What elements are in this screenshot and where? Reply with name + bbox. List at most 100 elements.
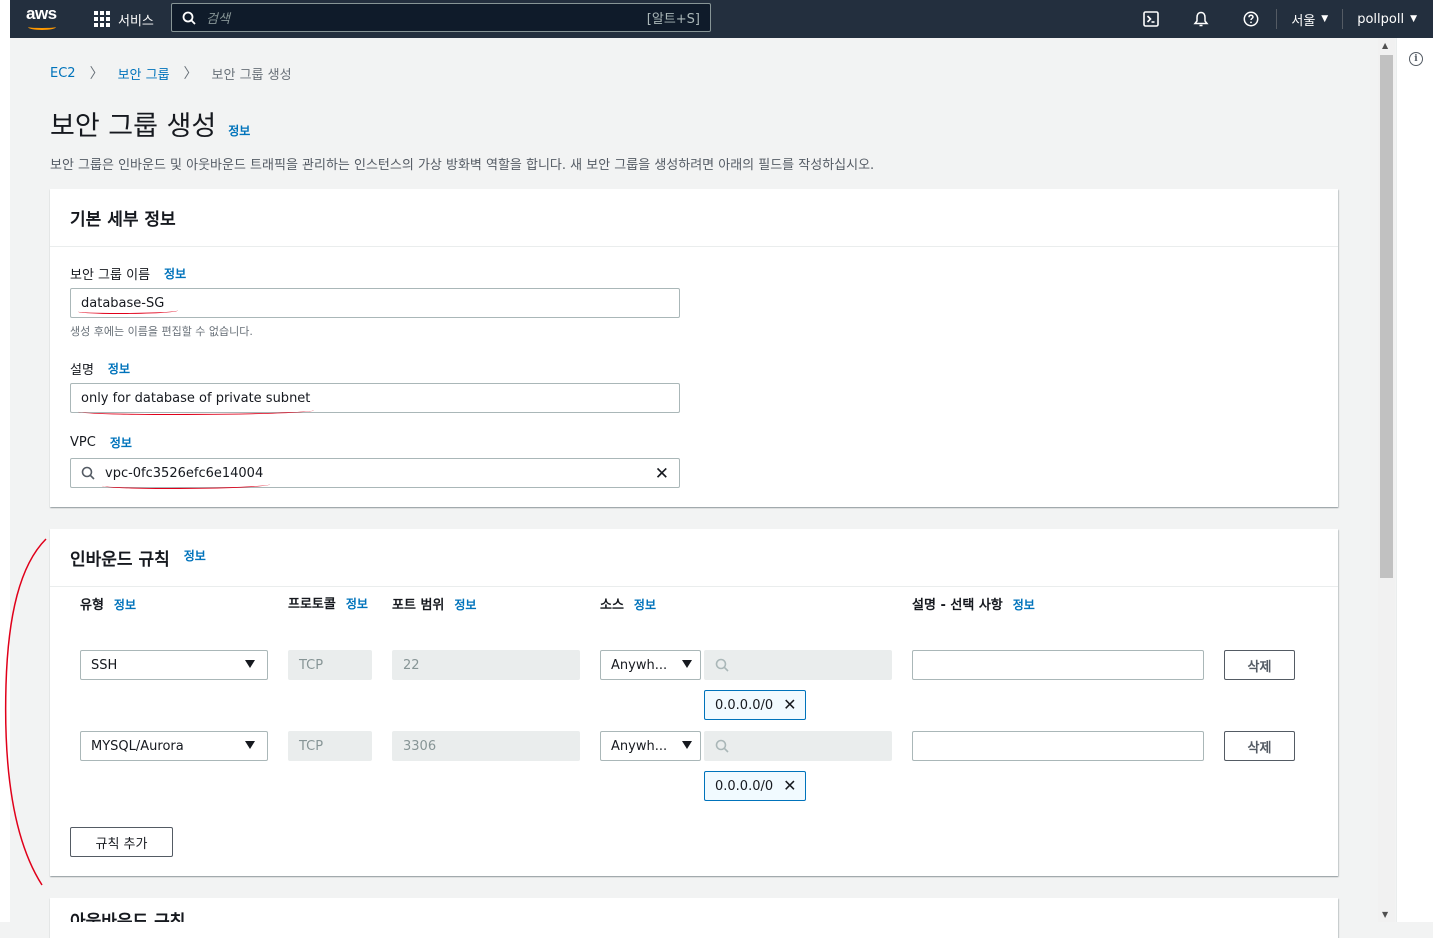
cidr-token-value: 0.0.0.0/0: [715, 778, 774, 794]
notifications-button[interactable]: [1176, 0, 1226, 38]
scrollbar-thumb[interactable]: [1380, 55, 1393, 578]
page-info-link[interactable]: 정보: [228, 122, 250, 139]
search-icon: [81, 466, 95, 480]
help-button[interactable]: [1226, 0, 1276, 38]
rule-description-input[interactable]: [912, 731, 1204, 761]
rule-type-select[interactable]: SSH: [80, 650, 268, 680]
rule-port-field: 22: [392, 650, 580, 680]
rule-port-field: 3306: [392, 731, 580, 761]
info-icon[interactable]: i: [1409, 52, 1423, 66]
rule-protocol-field: TCP: [288, 731, 372, 761]
sg-name-label: 보안 그룹 이름 정보: [70, 264, 186, 283]
description-col-info-link[interactable]: 정보: [1013, 598, 1035, 612]
column-source: 소스 정보: [600, 594, 656, 613]
clear-icon[interactable]: ✕: [655, 464, 669, 484]
services-label: 서비스: [118, 13, 154, 29]
caret-down-icon: [682, 741, 692, 749]
annotation-bracket: [4, 538, 47, 886]
column-type: 유형 정보: [80, 594, 136, 613]
column-port-label: 포트 범위: [392, 598, 445, 613]
top-right-controls: 서울 ▼ pollpoll ▼: [1126, 0, 1433, 38]
cidr-token: 0.0.0.0/0 ✕: [704, 771, 806, 801]
column-type-label: 유형: [80, 598, 104, 613]
breadcrumb: EC2 〉 보안 그룹 〉 보안 그룹 생성: [50, 63, 292, 83]
region-selector[interactable]: 서울 ▼: [1277, 10, 1342, 29]
chevron-right-icon: 〉: [89, 66, 104, 82]
sg-name-label-text: 보안 그룹 이름: [70, 268, 151, 283]
vpc-info-link[interactable]: 정보: [110, 434, 132, 451]
rule-type-value: MYSQL/Aurora: [91, 738, 184, 754]
cidr-token-value: 0.0.0.0/0: [715, 697, 774, 713]
rule-port-value: 22: [403, 657, 420, 673]
aws-logo[interactable]: aws: [26, 4, 64, 32]
rule-source-select[interactable]: Anywh...: [600, 650, 701, 680]
breadcrumb-security-groups-link[interactable]: 보안 그룹: [118, 64, 170, 83]
rule-description-input[interactable]: [912, 650, 1204, 680]
rule-protocol-value: TCP: [299, 738, 324, 754]
outbound-rules-panel: [50, 898, 1338, 938]
add-rule-button[interactable]: 규칙 추가: [70, 827, 173, 857]
rule-source-select[interactable]: Anywh...: [600, 731, 701, 761]
basic-details-title: 기본 세부 정보: [70, 210, 176, 230]
column-description-label: 설명 - 선택 사항: [912, 598, 1003, 613]
protocol-info-link[interactable]: 정보: [346, 597, 368, 611]
caret-down-icon: ▼: [1321, 14, 1329, 24]
column-protocol: 프로토콜 정보: [288, 594, 378, 615]
search-icon: [715, 658, 729, 672]
rule-protocol-value: TCP: [299, 657, 324, 673]
global-search-input[interactable]: 검색 [알트+S]: [171, 3, 711, 32]
cloudshell-icon: [1143, 11, 1160, 27]
delete-rule-button[interactable]: 삭제: [1224, 731, 1295, 761]
column-source-label: 소스: [600, 598, 624, 613]
rule-protocol-field: TCP: [288, 650, 372, 680]
help-panel-strip: i: [1396, 38, 1433, 922]
sg-name-hint: 생성 후에는 이름을 편집할 수 없습니다.: [70, 325, 253, 338]
rule-cidr-search-input[interactable]: [704, 650, 892, 680]
source-info-link[interactable]: 정보: [634, 598, 656, 612]
aws-smile-icon: [28, 24, 56, 30]
search-shortcut: [알트+S]: [646, 12, 700, 27]
rule-cidr-search-input[interactable]: [704, 731, 892, 761]
description-info-link[interactable]: 정보: [108, 360, 130, 377]
scroll-down-icon[interactable]: ▼: [1382, 910, 1388, 919]
inbound-rules-title: 인바운드 규칙: [70, 550, 170, 570]
basic-details-header: 기본 세부 정보: [50, 189, 1338, 247]
account-menu[interactable]: pollpoll ▼: [1343, 12, 1433, 27]
bell-icon: [1193, 11, 1209, 27]
sg-name-info-link[interactable]: 정보: [164, 265, 186, 282]
breadcrumb-ec2-link[interactable]: EC2: [50, 66, 76, 81]
rule-source-value: Anywh...: [611, 657, 668, 673]
rule-source-value: Anywh...: [611, 738, 668, 754]
remove-token-icon[interactable]: ✕: [783, 778, 796, 794]
delete-rule-button[interactable]: 삭제: [1224, 650, 1295, 680]
cidr-token: 0.0.0.0/0 ✕: [704, 690, 806, 720]
search-icon: [182, 11, 196, 25]
page-scrollbar[interactable]: ▲ ▼: [1378, 38, 1395, 922]
caret-down-icon: ▼: [1410, 14, 1417, 24]
services-menu-button[interactable]: 서비스: [94, 8, 154, 30]
description-label-text: 설명: [70, 363, 94, 378]
type-info-link[interactable]: 정보: [114, 598, 136, 612]
outbound-rules-title: 아웃바운드 규칙: [70, 912, 186, 922]
rule-port-value: 3306: [403, 738, 437, 754]
port-info-link[interactable]: 정보: [454, 598, 476, 612]
sg-name-input[interactable]: database-SG: [70, 288, 680, 318]
cloudshell-button[interactable]: [1126, 0, 1176, 38]
annotation-underline: [78, 407, 314, 415]
remove-token-icon[interactable]: ✕: [783, 697, 796, 713]
caret-down-icon: [245, 741, 255, 749]
scroll-up-icon[interactable]: ▲: [1382, 41, 1388, 50]
search-icon: [715, 739, 729, 753]
aws-logo-text: aws: [26, 4, 57, 23]
inbound-rules-header: 인바운드 규칙 정보: [50, 529, 1338, 587]
column-description: 설명 - 선택 사항 정보: [912, 594, 1035, 613]
description-value: only for database of private subnet: [81, 390, 311, 406]
column-port-range: 포트 범위 정보: [392, 594, 476, 613]
region-label: 서울: [1291, 13, 1316, 29]
inbound-info-link[interactable]: 정보: [184, 547, 206, 564]
top-navigation-bar: aws 서비스 검색 [알트+S] 서울 ▼ pollpoll ▼: [10, 0, 1433, 38]
description-label: 설명 정보: [70, 359, 130, 378]
page-description: 보안 그룹은 인바운드 및 아웃바운드 트래픽을 관리하는 인스턴스의 가상 방…: [50, 158, 875, 173]
rule-type-select[interactable]: MYSQL/Aurora: [80, 731, 268, 761]
vpc-value: vpc-0fc3526efc6e14004: [105, 465, 264, 481]
